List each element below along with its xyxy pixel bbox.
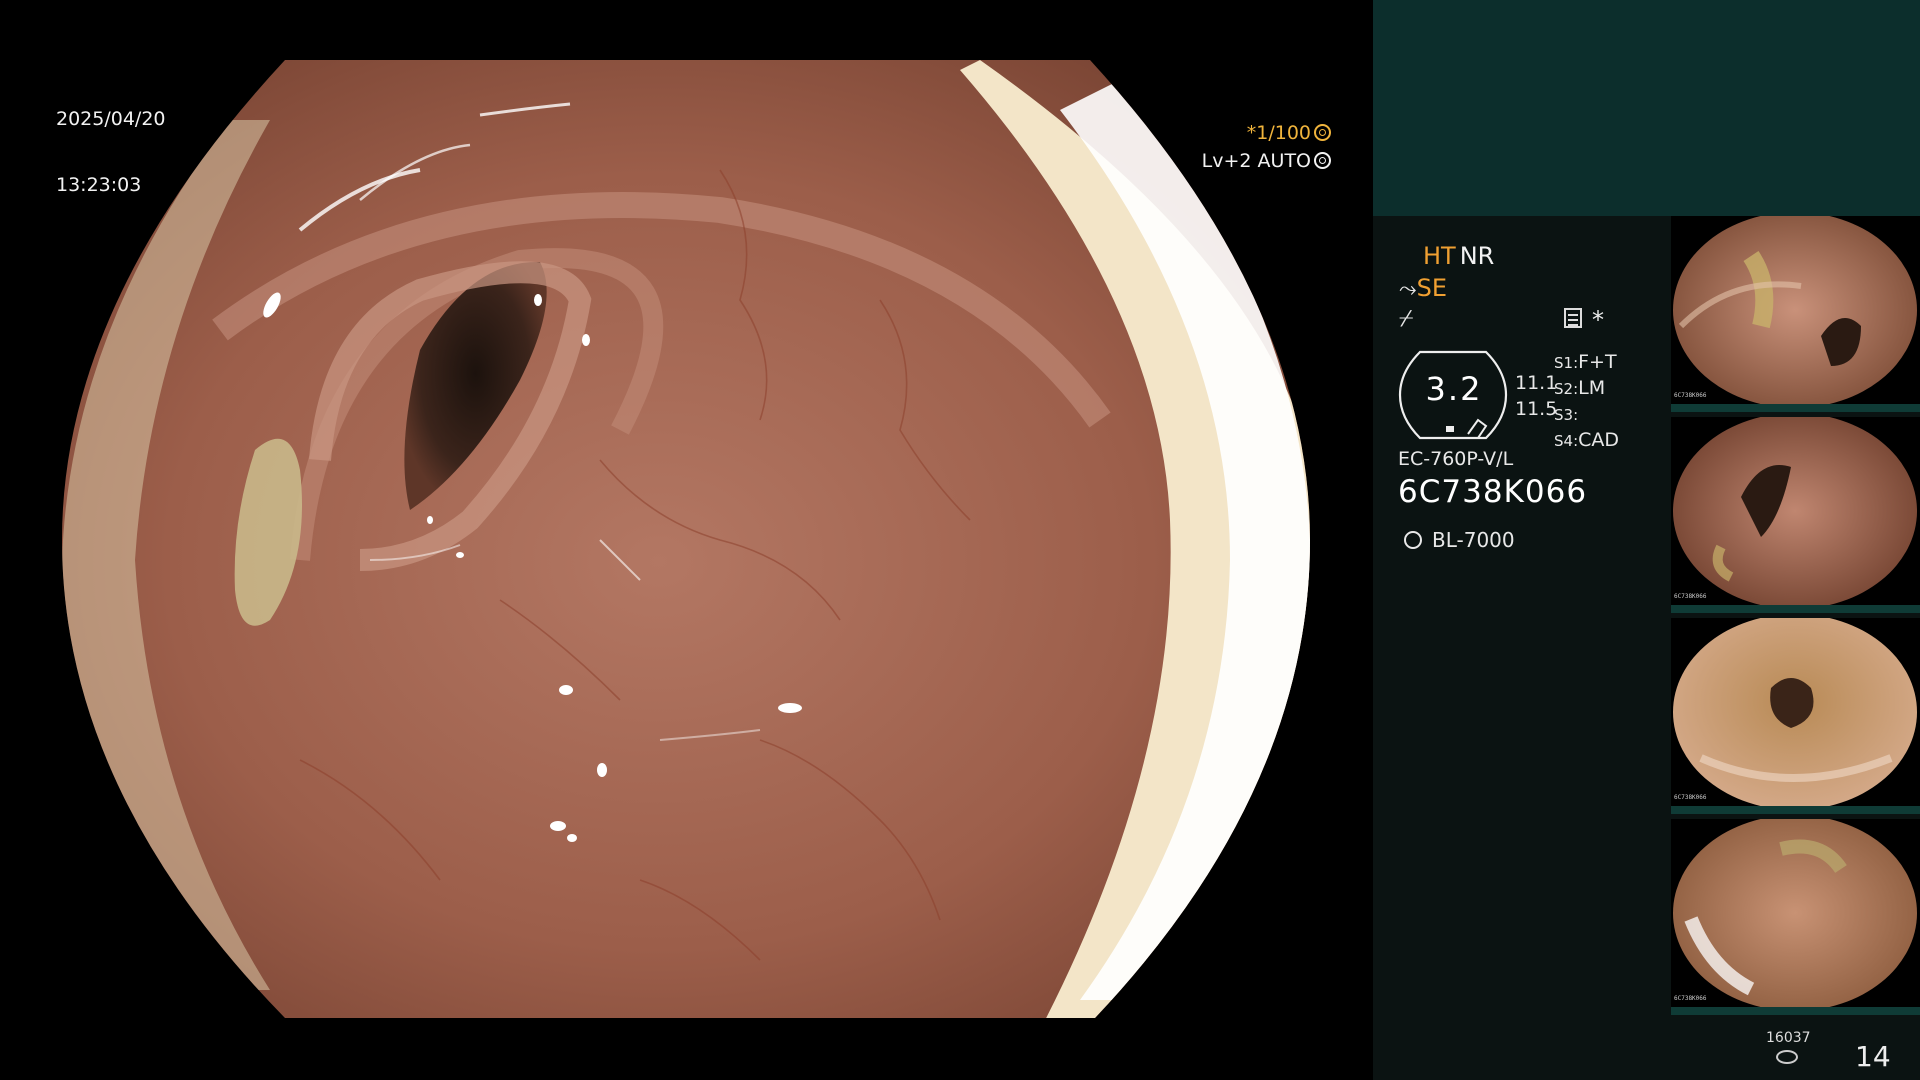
date-label: 2025/04/20 xyxy=(56,108,166,130)
switch-assignments: S1:F+T S2:LM S3: S4:CAD xyxy=(1554,350,1619,454)
zoom-value: 3.2 xyxy=(1425,370,1483,408)
thumbnail-serial: 6C738K066 xyxy=(1674,995,1707,1002)
memory-icon xyxy=(1564,308,1582,328)
thumbnail-4[interactable]: 6C738K066 xyxy=(1671,819,1920,1015)
date-time: 2025/04/20 13:23:03 xyxy=(56,64,166,240)
pump-icon: ⤳ xyxy=(1399,277,1417,302)
thumbnail-2[interactable]: 6C738K066 xyxy=(1671,417,1920,613)
scope-model: EC-760P-V/L xyxy=(1398,448,1514,470)
thumbnail-image xyxy=(1673,819,1917,1007)
scope-serial: 6C738K066 xyxy=(1398,474,1588,510)
level-label: Lv+2 AUTO xyxy=(1201,150,1311,172)
ht-label: HT xyxy=(1423,242,1456,270)
nr-label: NR xyxy=(1459,242,1495,270)
thumbnail-1[interactable]: 6C738K066 xyxy=(1671,216,1920,412)
structure-enhancement: ⤳SE xyxy=(1399,274,1447,302)
brightness-level: Lv+2 AUTO xyxy=(1177,128,1331,194)
thumbnail-image xyxy=(1673,417,1917,605)
time-label: 13:23:03 xyxy=(56,174,142,196)
lamp-icon xyxy=(1404,531,1422,549)
value-2: 11.5 xyxy=(1515,398,1558,420)
storage-remaining: 16037 xyxy=(1766,1030,1811,1046)
thumbnail-image xyxy=(1673,618,1917,806)
switch-1: S1:F+T xyxy=(1554,351,1617,373)
image-count: 14 xyxy=(1855,1040,1891,1073)
noise-symbol: ⌿ xyxy=(1399,304,1414,332)
thumbnail-image xyxy=(1673,216,1917,404)
switch-3: S3: xyxy=(1554,406,1579,424)
thumbnail-serial: 6C738K066 xyxy=(1674,794,1707,801)
star-label: * xyxy=(1592,306,1604,334)
storage-icon xyxy=(1776,1050,1798,1064)
iris-icon xyxy=(1314,152,1331,169)
value-1: 11.1 xyxy=(1515,372,1558,394)
light-source: BL-7000 xyxy=(1398,528,1515,552)
switch-4: S4:CAD xyxy=(1554,429,1620,451)
sidebar-header-area xyxy=(1373,0,1920,216)
endoscope-live-view: 2025/04/20 13:23:03 *1/100 Lv+2 AUTO xyxy=(0,0,1373,1080)
endoscope-image xyxy=(62,60,1310,1018)
thumbnail-serial: 6C738K066 xyxy=(1674,392,1707,399)
thumbnail-serial: 6C738K066 xyxy=(1674,593,1707,600)
switch-2: S2:LM xyxy=(1554,377,1606,399)
enhancement-modes: HT NR xyxy=(1423,242,1494,270)
thumbnail-3[interactable]: 6C738K066 xyxy=(1671,618,1920,814)
light-source-label: BL-7000 xyxy=(1432,528,1515,552)
se-label: SE xyxy=(1416,274,1448,302)
